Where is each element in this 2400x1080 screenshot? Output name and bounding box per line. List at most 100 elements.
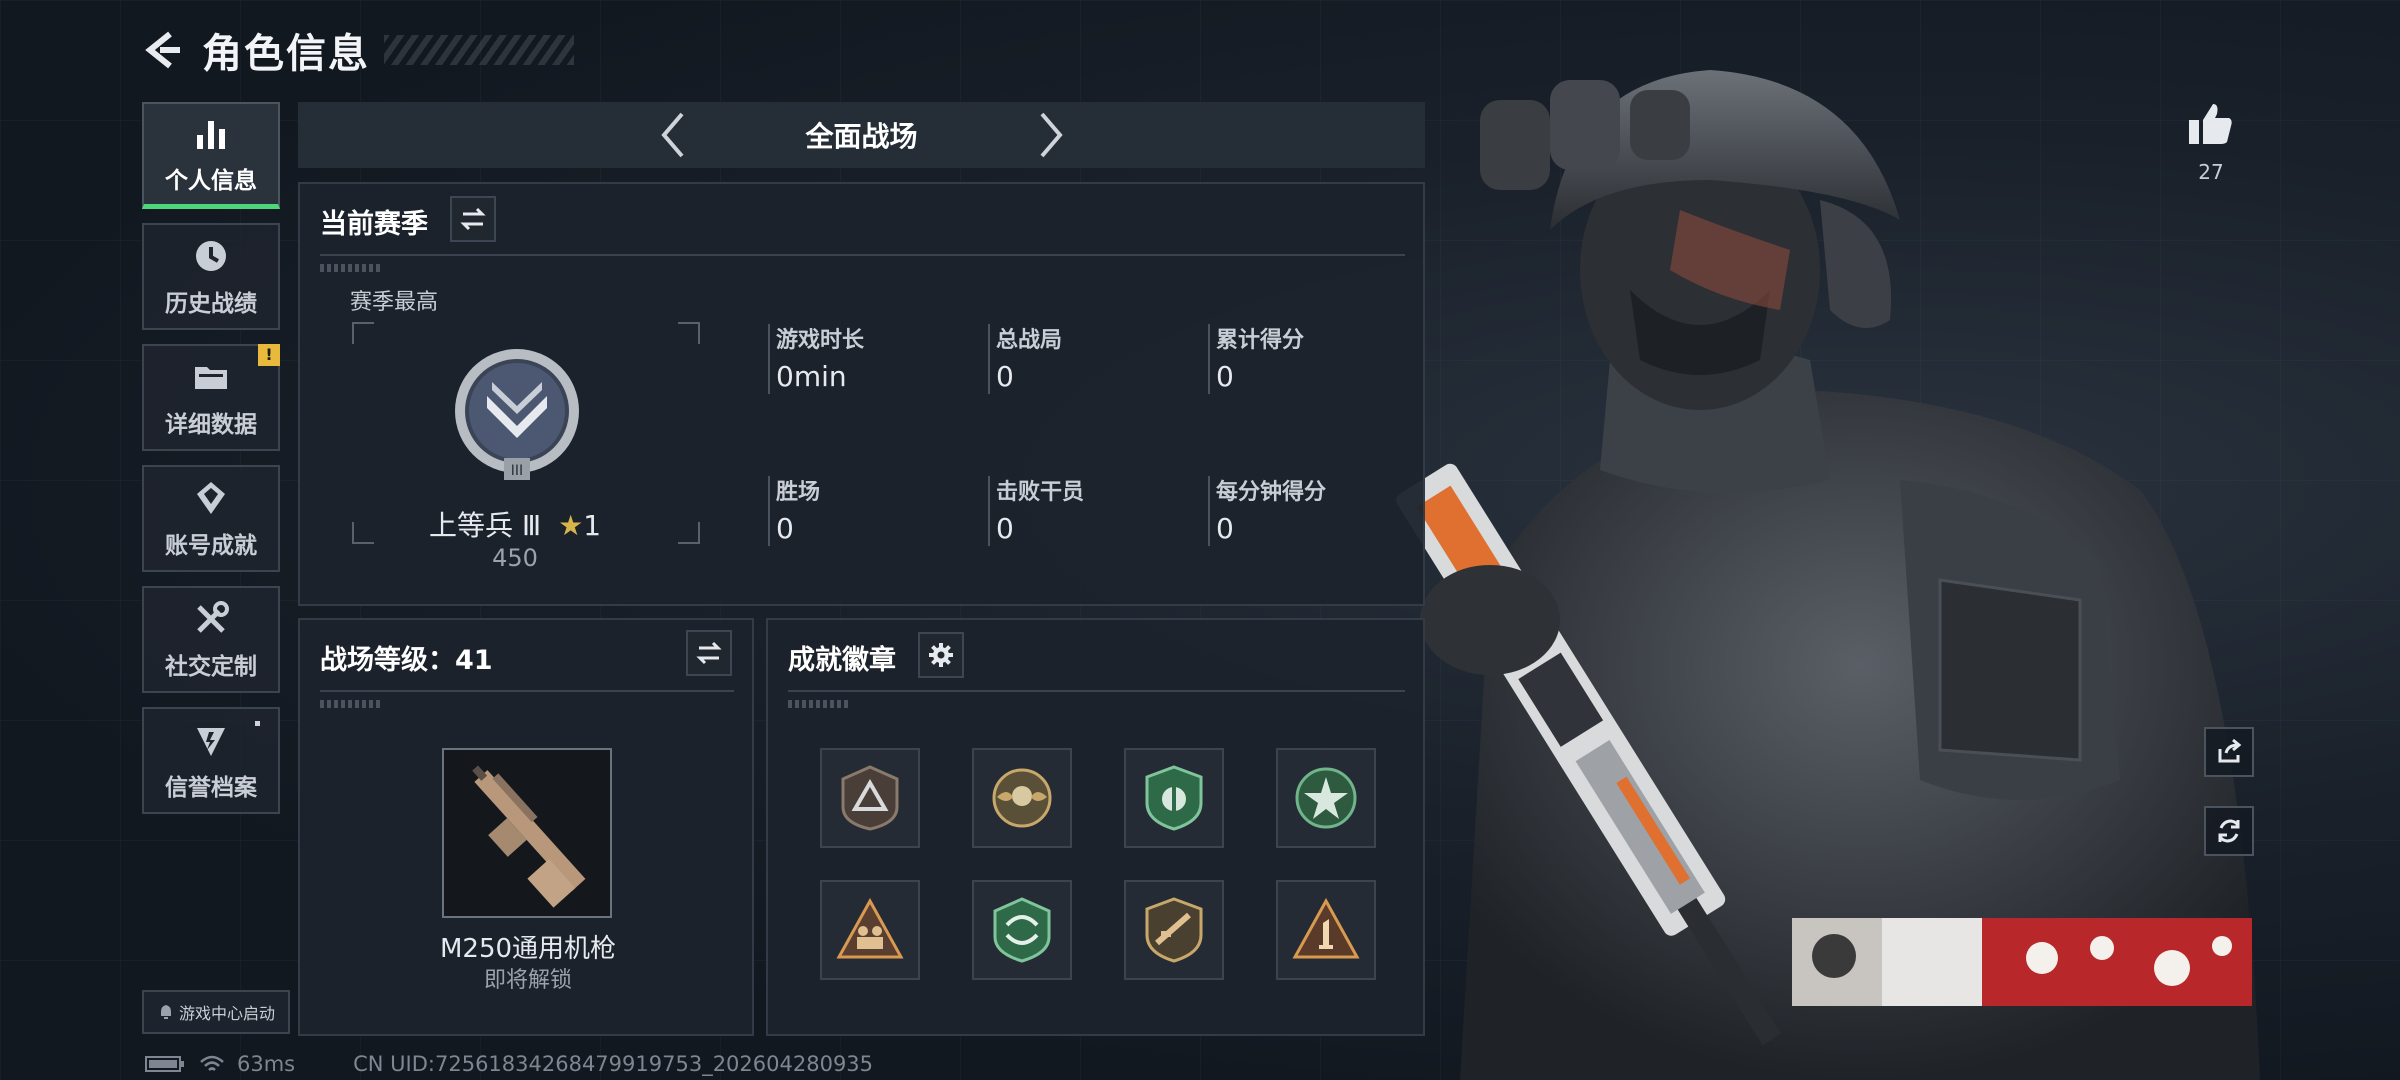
stat-divider (988, 324, 990, 394)
share-button[interactable] (2204, 727, 2254, 777)
stat-label-playtime: 游戏时长 (776, 328, 865, 353)
badges-settings-button[interactable] (918, 632, 964, 678)
stat-label-score-per-minute: 每分钟得分 (1216, 480, 1327, 505)
weapon-card[interactable] (442, 748, 612, 918)
weapon-name: M250通用机枪 (439, 934, 617, 964)
like-count: 27 (2198, 160, 2224, 184)
sidebar-item-achievements[interactable]: 账号成就 (142, 465, 280, 572)
sidebar-nav: 个人信息 历史战绩 ! 详细数据 账号成就 社交定制 信誉档案 (142, 102, 280, 828)
character-info-screen: 角色信息 个人信息 历史战绩 ! 详细数据 账号成就 社交定制 信誉档案 游戏中… (0, 0, 2400, 1080)
badge-slot[interactable] (1124, 880, 1224, 980)
sidebar-item-label: 社交定制 (165, 653, 257, 680)
stat-divider (1208, 476, 1210, 546)
swap-icon (460, 207, 486, 231)
sidebar-item-label: 详细数据 (165, 411, 257, 438)
triangle-shield-badge-icon (841, 765, 899, 831)
star-icon: ★ (558, 509, 584, 542)
folder-icon (191, 357, 231, 397)
stat-divider (768, 476, 770, 546)
refresh-button[interactable] (2204, 806, 2254, 856)
panel-divider (320, 254, 1405, 256)
stat-value-wins: 0 (776, 512, 794, 545)
mode-selector: 全面战场 (298, 102, 1425, 168)
season-switch-button[interactable] (450, 196, 496, 242)
rifle-shield-badge-icon (1145, 897, 1203, 963)
badge-slot[interactable] (820, 748, 920, 848)
ping-text: 63ms (237, 1052, 296, 1076)
panel-divider (788, 690, 1405, 692)
frame-corner (678, 522, 700, 544)
stat-value-playtime: 0min (776, 360, 847, 393)
number-one-triangle-badge-icon (1292, 897, 1360, 959)
sidebar-item-social-custom[interactable]: 社交定制 (142, 586, 280, 693)
sidebar-item-reputation[interactable]: 信誉档案 (142, 707, 280, 814)
page-title: 角色信息 (202, 31, 370, 77)
gear-icon (929, 643, 953, 667)
frame-corner (352, 322, 374, 344)
stat-divider (988, 476, 990, 546)
stat-label-kills: 击败干员 (996, 480, 1085, 505)
green-arrows-badge-icon (993, 897, 1051, 963)
stat-value-score-per-minute: 0 (1216, 512, 1234, 545)
badge-slot[interactable] (1276, 748, 1376, 848)
badge-slot[interactable] (972, 748, 1072, 848)
notification-dot (255, 721, 260, 726)
decor-dash (320, 264, 380, 272)
season-best-label: 赛季最高 (350, 290, 439, 315)
stat-value-total-matches: 0 (996, 360, 1014, 393)
game-center-launch-button[interactable]: 游戏中心启动 (142, 990, 290, 1034)
achievement-icon (191, 478, 231, 518)
wifi-icon (200, 1055, 224, 1071)
rank-name: 上等兵 Ⅲ (428, 509, 542, 542)
season-panel: 当前赛季 赛季最高 III 上等兵 Ⅲ ★1 450 游戏时长 0min 总战局… (298, 182, 1425, 606)
badges-title: 成就徽章 (788, 645, 896, 676)
sidebar-item-detailed-data[interactable]: ! 详细数据 (142, 344, 280, 451)
mode-title: 全面战场 (805, 120, 918, 153)
battery-icon (145, 1056, 184, 1072)
swap-icon (696, 641, 722, 665)
frame-corner (678, 322, 700, 344)
sidebar-item-history[interactable]: 历史战绩 (142, 223, 280, 330)
battle-level-switch-button[interactable] (686, 630, 732, 676)
stat-label-total-matches: 总战局 (996, 328, 1063, 353)
next-mode-arrow-icon[interactable] (1030, 110, 1070, 160)
rank-emblem-icon: III (455, 349, 579, 480)
badge-slot[interactable] (972, 880, 1072, 980)
green-star-badge-icon (1295, 767, 1357, 829)
stat-divider (768, 324, 770, 394)
back-arrow-icon[interactable] (140, 28, 184, 72)
decor-dash (788, 700, 848, 708)
rank-points: 450 (492, 544, 538, 572)
sidebar-item-label: 个人信息 (165, 168, 257, 194)
share-icon (2218, 738, 2242, 763)
profile-banner-image (1792, 918, 2252, 1006)
panel-divider (320, 690, 734, 692)
bell-icon (160, 1005, 171, 1019)
sidebar-item-label: 历史战绩 (165, 290, 257, 317)
sidebar-item-personal-info[interactable]: 个人信息 (142, 102, 280, 209)
soldiers-triangle-badge-icon (836, 897, 904, 959)
badge-slot[interactable] (1276, 880, 1376, 980)
badge-slot[interactable] (1124, 748, 1224, 848)
rank-name-row: 上等兵 Ⅲ ★1 (360, 504, 670, 544)
bar-chart-icon (191, 113, 231, 153)
skull-wings-badge-icon (992, 768, 1052, 828)
thumbs-up-icon[interactable] (2185, 98, 2237, 150)
stat-value-total-score: 0 (1216, 360, 1234, 393)
title-decoration (384, 35, 574, 65)
badge-slot[interactable] (820, 880, 920, 980)
alert-badge: ! (258, 344, 280, 366)
status-bar: 63ms CN UID:72561834268479919753_2026042… (145, 1052, 873, 1076)
stat-divider (1208, 324, 1210, 394)
rank-stars: 1 (583, 509, 602, 542)
uid-text: CN UID:72561834268479919753_202604280935 (353, 1052, 874, 1076)
svg-text:III: III (511, 463, 523, 479)
machine-gun-icon (472, 765, 586, 908)
refresh-icon (2218, 819, 2240, 843)
decor-dash (320, 700, 380, 708)
page-header: 角色信息 (140, 18, 574, 82)
clock-icon (191, 236, 231, 276)
stat-label-wins: 胜场 (776, 480, 821, 505)
prev-mode-arrow-icon[interactable] (654, 110, 694, 160)
green-shield-badge-icon (1145, 765, 1203, 831)
